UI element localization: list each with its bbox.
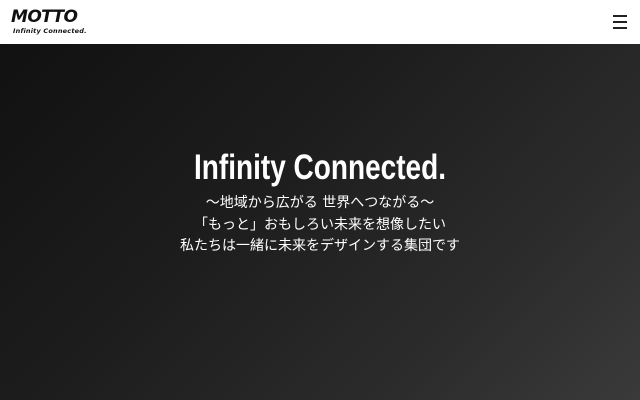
menu-button[interactable]	[608, 12, 632, 32]
logo-tagline: Infinity Connected.	[13, 27, 87, 35]
site-header: MOTTO Infinity Connected.	[0, 0, 640, 44]
hero-tagline-line: 〜地域から広がる 世界へつながる〜	[205, 195, 435, 211]
motto-logo[interactable]: MOTTO Infinity Connected.	[11, 7, 93, 37]
hero-tagline-line: 私たちは一緒に未来をデザインする集団です	[180, 238, 460, 254]
logo-wordmark: MOTTO	[11, 7, 78, 27]
hamburger-menu-icon	[613, 15, 627, 29]
hero-section: Infinity Connected. 〜地域から広がる 世界へつながる〜 「も…	[0, 44, 640, 400]
hero-tagline-line: 「もっと」おもしろい未来を想像したい	[194, 217, 446, 233]
hero-title: Infinity Connected.	[194, 148, 446, 187]
